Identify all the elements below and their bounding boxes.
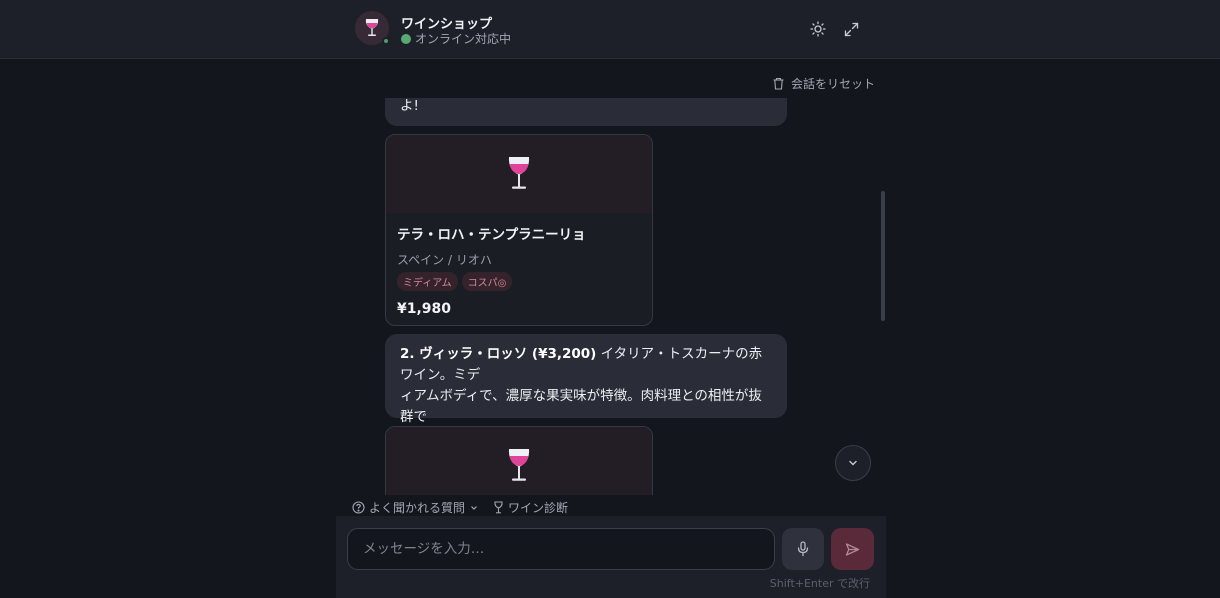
- theme-toggle-button[interactable]: [805, 16, 831, 42]
- product-card[interactable]: テラ・ロハ・テンプラニーリョ スペイン / リオハ ミディアム コスパ◎ ¥1,…: [385, 134, 653, 326]
- chevron-down-icon: [471, 505, 477, 510]
- help-circle-icon: [352, 501, 365, 514]
- send-button[interactable]: [831, 528, 874, 570]
- input-panel: Shift+Enter で改行: [336, 516, 886, 598]
- message-text: ィアムボディで、濃厚な果実味が特徴。肉料理との相性が抜群で: [400, 388, 762, 425]
- wine-glass-icon: [508, 449, 530, 481]
- chat-scrollbar[interactable]: [881, 191, 885, 321]
- product-card[interactable]: [385, 426, 653, 495]
- quick-actions: よく聞かれる質問 ワイン診断: [352, 499, 568, 516]
- product-tag: ミディアム: [397, 272, 458, 291]
- product-image: [386, 135, 652, 213]
- product-name: テラ・ロハ・テンプラニーリョ: [397, 227, 586, 243]
- trash-icon: [773, 77, 784, 90]
- bot-message: 2. ヴィッラ・ロッソ (¥3,200) イタリア・トスカーナの赤ワイン。ミデ …: [385, 334, 787, 446]
- chevron-down-icon: [849, 460, 857, 466]
- wine-glass-icon: [508, 157, 530, 189]
- wine-glass-icon: [365, 19, 379, 36]
- voice-input-button[interactable]: [782, 528, 824, 570]
- message-input[interactable]: [347, 528, 775, 570]
- product-origin: スペイン / リオハ: [397, 253, 492, 267]
- product-image: [386, 427, 652, 495]
- shop-status-text: オンライン対応中: [415, 32, 512, 46]
- faq-label: よく聞かれる質問: [369, 501, 466, 515]
- microphone-icon: [797, 541, 809, 557]
- reset-conversation-button[interactable]: 会話をリセット: [772, 75, 875, 92]
- chat-header: ワインショップ オンライン対応中: [0, 0, 1220, 59]
- product-tag: コスパ◎: [461, 272, 513, 291]
- product-price: ¥1,980: [397, 301, 452, 317]
- online-indicator: [401, 33, 411, 44]
- faq-dropdown[interactable]: よく聞かれる質問: [352, 499, 479, 516]
- bot-message: よ!: [385, 98, 787, 126]
- avatar-online-dot: [382, 37, 390, 45]
- input-hint: Shift+Enter で改行: [769, 577, 870, 590]
- message-bold: 2. ヴィッラ・ロッソ (¥3,200): [400, 346, 597, 362]
- shop-status: オンライン対応中: [401, 30, 511, 47]
- wine-diagnosis-label: ワイン診断: [508, 501, 569, 515]
- reset-label: 会話をリセット: [791, 77, 876, 91]
- scroll-to-bottom-button[interactable]: [835, 445, 871, 481]
- shop-avatar: [355, 11, 390, 45]
- wine-diagnosis-button[interactable]: ワイン診断: [493, 499, 568, 516]
- chat-messages[interactable]: よ! テラ・ロハ・テンプラニーリョ スペイン / リオハ ミディアム コスパ◎ …: [336, 98, 886, 495]
- send-icon: [845, 542, 860, 556]
- sun-icon: [810, 21, 826, 37]
- wine-glass-outline-icon: [494, 501, 503, 514]
- expand-icon: [844, 22, 858, 36]
- message-text: よ!: [400, 98, 419, 114]
- expand-button[interactable]: [838, 16, 864, 42]
